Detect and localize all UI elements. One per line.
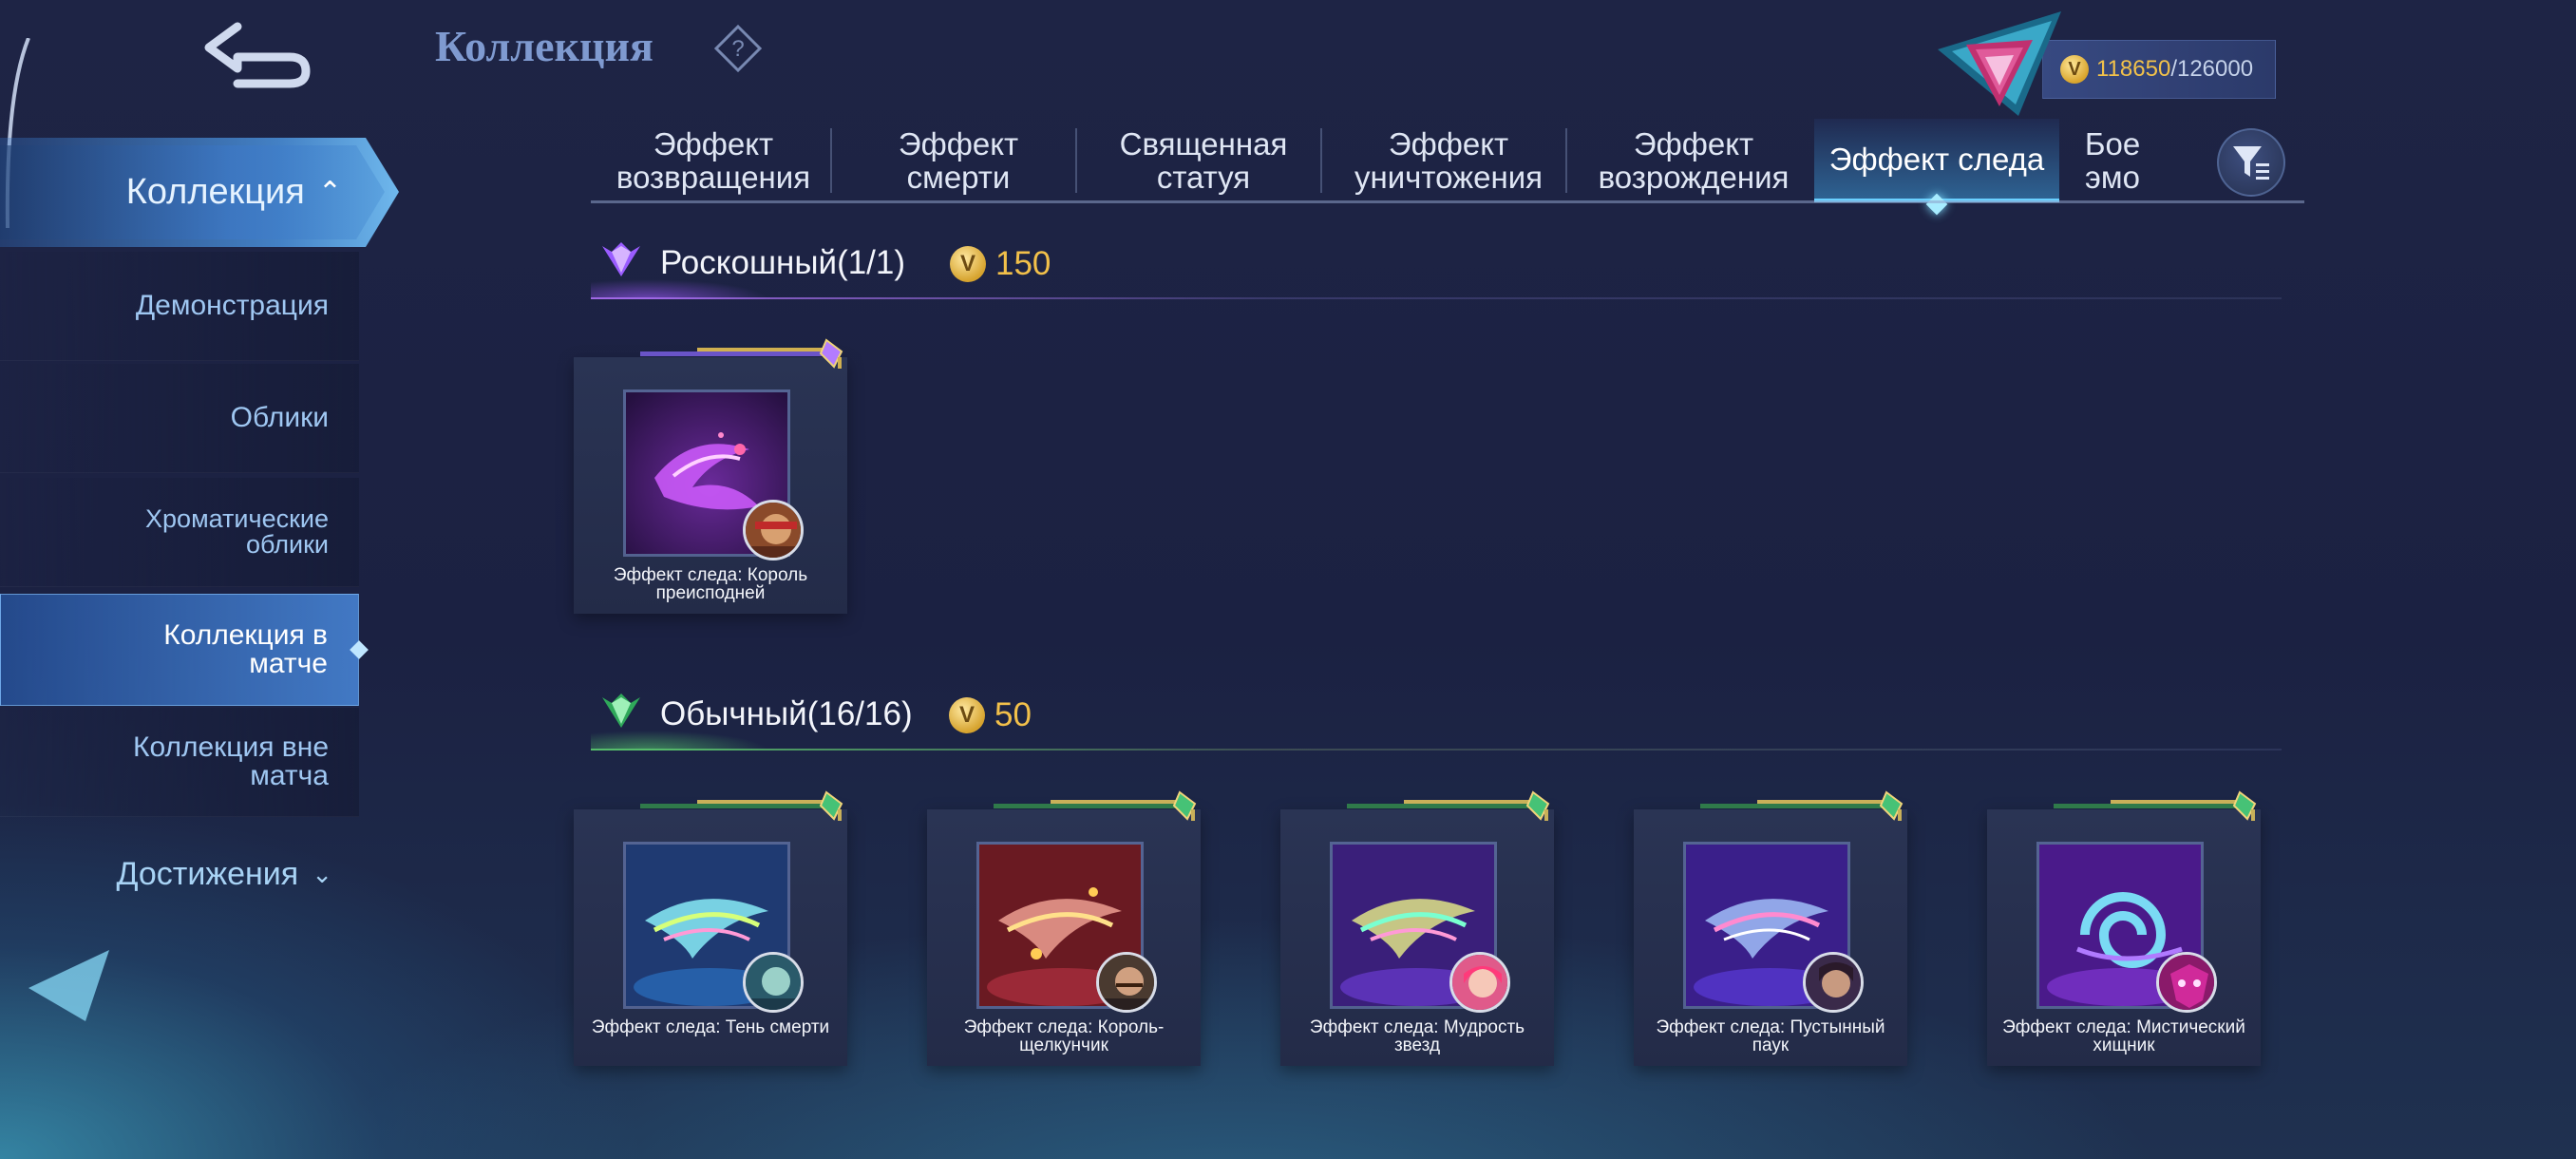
sidebar-item-label: Демонстрация bbox=[135, 290, 329, 321]
sidebar-item-label: Коллекция в матче bbox=[163, 619, 328, 679]
card-frame-luxury bbox=[640, 338, 843, 369]
tab-divider bbox=[1075, 128, 1077, 193]
sidebar-section-label: Достижения bbox=[116, 855, 299, 892]
item-card[interactable]: Эффект следа: Пустынный паук bbox=[1634, 790, 1907, 1066]
coin-icon bbox=[949, 697, 985, 733]
section-name: Обычный bbox=[660, 695, 807, 732]
hero-avatar bbox=[743, 952, 804, 1013]
section-header-luxury: Роскошный(1/1) 150 bbox=[591, 233, 2282, 299]
card-frame-common bbox=[1700, 790, 1904, 821]
section-header-common: Обычный(16/16) 50 bbox=[591, 684, 2282, 750]
item-card[interactable]: Эффект следа: Тень смерти bbox=[574, 790, 847, 1066]
sidebar-item-label: Облики bbox=[230, 402, 329, 433]
item-card[interactable]: Эффект следа: Король преисподней bbox=[574, 338, 847, 614]
sidebar-section-collection[interactable]: Коллекция ⌃ bbox=[0, 138, 399, 247]
sidebar-item-out-of-match-collection[interactable]: Коллекция вне матча bbox=[0, 708, 359, 817]
section-title: Роскошный(1/1) bbox=[660, 244, 905, 282]
sidebar-section-achievements[interactable]: Достижения ⌄ bbox=[0, 836, 359, 912]
tabs-baseline bbox=[591, 200, 2304, 203]
filter-icon bbox=[2233, 146, 2269, 180]
tab-respawn-effect[interactable]: Эффект возрождения bbox=[1571, 119, 1816, 202]
currency-counter[interactable]: 118650/126000 bbox=[2042, 40, 2276, 99]
tab-label: Эффект возрождения bbox=[1598, 126, 1790, 195]
hero-avatar bbox=[1096, 952, 1157, 1013]
card-frame-common bbox=[2054, 790, 2257, 821]
svg-text:?: ? bbox=[731, 36, 744, 62]
hero-avatar bbox=[1449, 952, 1510, 1013]
rank-emblem-icon bbox=[1938, 11, 2061, 116]
tab-divider bbox=[830, 128, 832, 193]
tab-label: Эффект возвращения bbox=[616, 126, 811, 195]
item-card[interactable]: Эффект следа: Король-щелкунчик bbox=[927, 790, 1201, 1066]
tab-return-effect[interactable]: Эффект возвращения bbox=[591, 119, 836, 202]
hero-avatar bbox=[1803, 952, 1864, 1013]
item-card[interactable]: Эффект следа: Мистический хищник bbox=[1987, 790, 2261, 1066]
triangle-decoration bbox=[28, 950, 109, 1021]
section-price: 50 bbox=[994, 696, 1032, 733]
card-name: Эффект следа: Пустынный паук bbox=[1656, 1017, 1885, 1055]
currency-max: /126000 bbox=[2170, 56, 2254, 82]
tab-label: Эффект смерти bbox=[898, 126, 1019, 195]
item-card[interactable]: Эффект следа: Мудрость звезд bbox=[1280, 790, 1554, 1066]
tab-battle-emote[interactable]: Бое эмо bbox=[2046, 119, 2179, 202]
tab-death-effect[interactable]: Эффект смерти bbox=[836, 119, 1081, 202]
tab-sacred-statue[interactable]: Священная статуя bbox=[1081, 119, 1326, 202]
category-tabs: Эффект возвращения Эффект смерти Священн… bbox=[591, 119, 2304, 216]
card-name: Эффект следа: Мистический хищник bbox=[2002, 1017, 2245, 1055]
card-frame-common bbox=[994, 790, 1197, 821]
common-gem-icon bbox=[602, 694, 640, 728]
page-title: Коллекция bbox=[435, 22, 653, 70]
card-name: Эффект следа: Король преисподней bbox=[613, 565, 808, 603]
section-price: 150 bbox=[995, 245, 1051, 282]
active-tab-indicator bbox=[1925, 193, 1948, 216]
filter-button[interactable] bbox=[2217, 128, 2285, 197]
hero-avatar bbox=[2156, 952, 2217, 1013]
tab-elimination-effect[interactable]: Эффект уничтожения bbox=[1326, 119, 1571, 202]
tab-divider bbox=[1320, 128, 1322, 193]
section-divider bbox=[591, 297, 2282, 299]
sidebar-item-demonstration[interactable]: Демонстрация bbox=[0, 252, 359, 361]
section-divider bbox=[591, 749, 2282, 750]
section-name: Роскошный bbox=[660, 244, 838, 281]
sidebar-item-in-match-collection[interactable]: Коллекция в матче bbox=[0, 594, 369, 706]
chevron-up-icon: ⌃ bbox=[317, 177, 342, 208]
card-frame-common bbox=[1347, 790, 1550, 821]
section-count: (1/1) bbox=[837, 244, 906, 281]
tab-label: Бое эмо bbox=[2084, 126, 2141, 195]
sidebar-section-label: Коллекция bbox=[125, 172, 305, 212]
tab-label: Эффект уничтожения bbox=[1354, 126, 1544, 195]
tab-trail-effect[interactable]: Эффект следа bbox=[1814, 119, 2059, 216]
chevron-down-icon: ⌄ bbox=[312, 859, 332, 888]
tab-divider bbox=[1565, 128, 1567, 193]
card-name: Эффект следа: Мудрость звезд bbox=[1309, 1017, 1525, 1055]
tab-label: Священная статуя bbox=[1119, 126, 1288, 195]
help-icon[interactable]: ? bbox=[714, 25, 762, 72]
back-arrow-icon bbox=[204, 22, 311, 88]
selected-diamond-icon bbox=[350, 640, 369, 659]
sidebar-item-label: Коллекция вне матча bbox=[132, 732, 329, 791]
luxury-gem-icon bbox=[602, 242, 640, 276]
back-button[interactable] bbox=[190, 10, 332, 104]
tab-label: Эффект следа bbox=[1828, 141, 2045, 177]
section-title: Обычный(16/16) bbox=[660, 695, 913, 733]
card-name: Эффект следа: Король-щелкунчик bbox=[963, 1017, 1165, 1055]
sidebar-item-chroma-skins[interactable]: Хроматические облики bbox=[0, 478, 359, 587]
currency-current: 118650 bbox=[2096, 56, 2171, 82]
section-count: (16/16) bbox=[806, 695, 913, 732]
sidebar: Коллекция ⌃ Демонстрация Облики Хроматич… bbox=[0, 0, 399, 1159]
coin-icon bbox=[950, 246, 986, 282]
card-name: Эффект следа: Тень смерти bbox=[591, 1017, 830, 1037]
collection-screen: Коллекция ⌃ Демонстрация Облики Хроматич… bbox=[0, 0, 2576, 1159]
sidebar-item-label: Хроматические облики bbox=[145, 504, 329, 559]
sidebar-item-skins[interactable]: Облики bbox=[0, 364, 359, 473]
card-frame-common bbox=[640, 790, 843, 821]
hero-avatar bbox=[743, 500, 804, 560]
